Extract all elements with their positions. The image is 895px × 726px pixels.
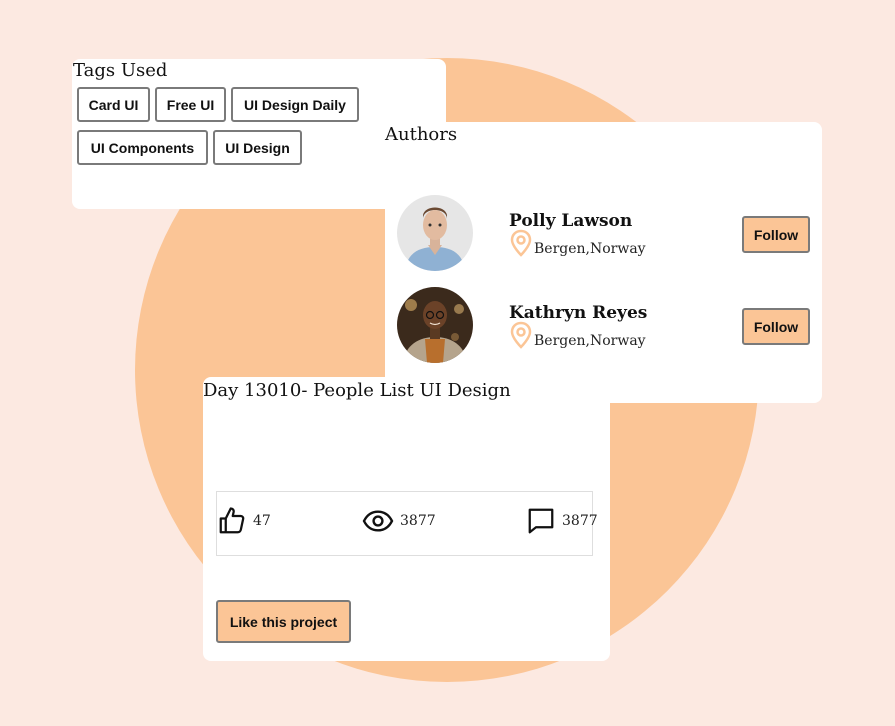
comment-icon[interactable] xyxy=(526,505,556,537)
tag-ui-components[interactable]: UI Components xyxy=(77,130,208,165)
like-project-button[interactable]: Like this project xyxy=(216,600,351,643)
views-count: 3877 xyxy=(400,513,436,529)
author-location: Bergen,Norway xyxy=(534,333,646,349)
author-row: Kathryn Reyes Bergen,Norway Follow xyxy=(385,287,822,367)
tag-ui-design[interactable]: UI Design xyxy=(213,130,302,165)
comments-count: 3877 xyxy=(562,513,598,529)
avatar xyxy=(397,287,473,363)
stats-bar: 47 3877 3877 xyxy=(216,491,598,556)
author-row: Polly Lawson Bergen,Norway Follow xyxy=(385,195,822,275)
project-title: Day 13010- People List UI Design xyxy=(203,380,511,401)
avatar xyxy=(397,195,473,271)
tag-card-ui[interactable]: Card UI xyxy=(77,87,150,122)
follow-button[interactable]: Follow xyxy=(742,216,810,253)
authors-card: Authors Polly Lawson Bergen,Norway Follo… xyxy=(385,122,822,403)
project-card: Day 13010- People List UI Design 47 3877 xyxy=(203,377,610,661)
tag-ui-design-daily[interactable]: UI Design Daily xyxy=(231,87,359,122)
author-location: Bergen,Norway xyxy=(534,241,646,257)
location-pin-icon xyxy=(510,229,532,257)
thumbs-up-icon[interactable] xyxy=(217,505,247,537)
tags-title: Tags Used xyxy=(73,60,168,81)
eye-icon[interactable] xyxy=(362,505,394,537)
author-name: Kathryn Reyes xyxy=(509,303,648,323)
views-stat: 3877 xyxy=(362,505,436,537)
tag-free-ui[interactable]: Free UI xyxy=(155,87,226,122)
author-name: Polly Lawson xyxy=(509,211,633,231)
likes-count: 47 xyxy=(253,513,271,529)
authors-title: Authors xyxy=(385,124,458,145)
comments-stat: 3877 xyxy=(526,505,598,537)
follow-button[interactable]: Follow xyxy=(742,308,810,345)
likes-stat: 47 xyxy=(217,505,271,537)
location-pin-icon xyxy=(510,321,532,349)
